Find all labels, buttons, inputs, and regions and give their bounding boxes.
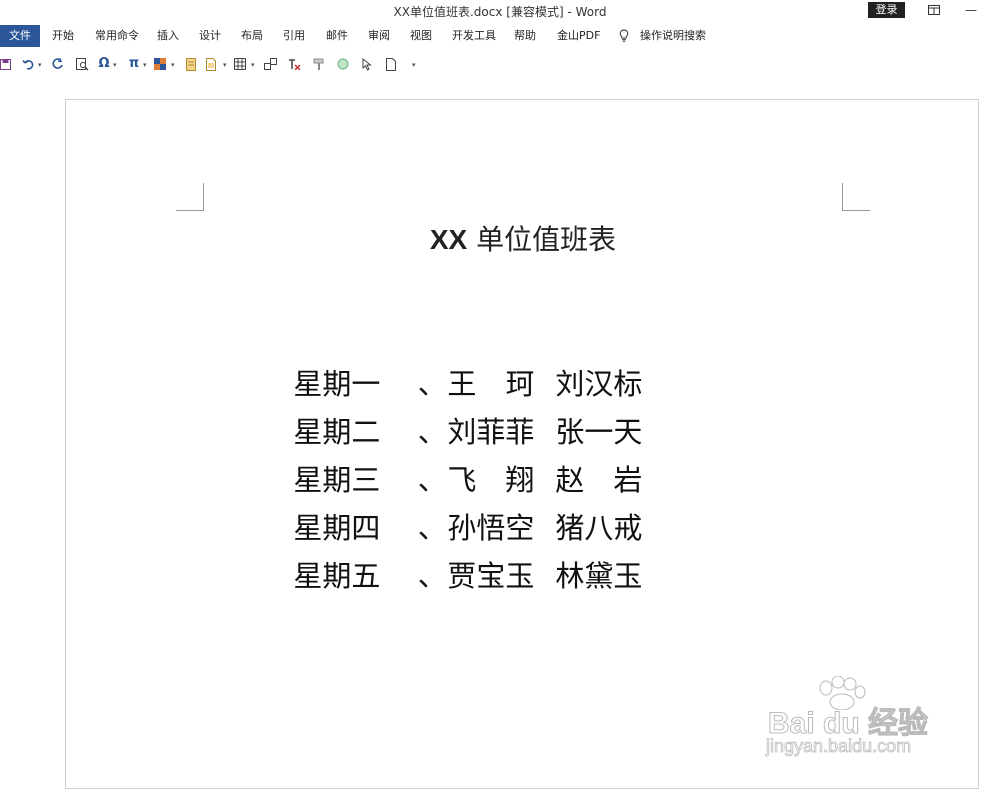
roster-person-1: 孙悟空 bbox=[447, 511, 535, 545]
title-bar: XX单位值班表.docx [兼容模式] - Word 登录 — bbox=[0, 0, 1000, 22]
document-heading: XX 单位值班表 bbox=[429, 223, 617, 256]
roster-person-1: 刘菲菲 bbox=[447, 415, 535, 449]
ribbon-display-icon[interactable] bbox=[923, 2, 941, 18]
watermark-url: jingyan.baidu.com bbox=[766, 736, 912, 757]
roster-person-2: 猪八戒 bbox=[555, 511, 643, 545]
roster-separator: 、 bbox=[417, 559, 447, 593]
undo-dropdown-icon[interactable]: ▾ bbox=[38, 61, 42, 69]
tell-me-search[interactable]: 操作说明搜索 bbox=[640, 25, 706, 47]
roster-person-2: 林黛玉 bbox=[555, 559, 643, 593]
new-page-icon[interactable] bbox=[386, 54, 398, 74]
roster-person-2: 赵岩 bbox=[555, 463, 643, 497]
table-dropdown-icon[interactable]: ▾ bbox=[251, 61, 255, 69]
margin-corner-top-left bbox=[176, 183, 204, 211]
symbol-dropdown-icon[interactable]: ▾ bbox=[113, 61, 117, 69]
tab-help[interactable]: 帮助 bbox=[514, 25, 536, 47]
login-button[interactable]: 登录 bbox=[868, 2, 905, 18]
shapes-icon[interactable] bbox=[264, 54, 278, 74]
roster-day: 星期一 bbox=[293, 367, 381, 401]
document-title: XX单位值班表.docx [兼容模式] - Word bbox=[393, 5, 607, 19]
roster-day: 星期二 bbox=[293, 415, 381, 449]
tab-developer[interactable]: 开发工具 bbox=[452, 25, 496, 47]
tab-review[interactable]: 审阅 bbox=[368, 25, 390, 47]
tab-mailings[interactable]: 邮件 bbox=[326, 25, 348, 47]
tab-common-commands[interactable]: 常用命令 bbox=[95, 25, 139, 47]
omega-symbol-icon[interactable]: Ω bbox=[97, 54, 111, 74]
tab-home[interactable]: 开始 bbox=[52, 25, 74, 47]
page-dropdown-icon[interactable]: ▾ bbox=[223, 61, 227, 69]
quick-access-toolbar: ▾ Ω ▾ π ▾ ▾ ▾ ▾ ▾ bbox=[0, 54, 1000, 74]
margin-corner-top-right bbox=[842, 183, 870, 211]
roster-person-1: 飞翔 bbox=[447, 463, 535, 497]
roster-person-1: 王珂 bbox=[447, 367, 535, 401]
page-icon[interactable] bbox=[206, 54, 218, 74]
roster-day: 星期四 bbox=[293, 511, 381, 545]
select-pointer-icon[interactable] bbox=[362, 54, 374, 74]
pi-equation-icon[interactable]: π bbox=[127, 54, 141, 74]
document-icon[interactable] bbox=[186, 54, 198, 74]
roster-day: 星期五 bbox=[293, 559, 381, 593]
circle-icon[interactable] bbox=[337, 54, 351, 74]
fill-dropdown-icon[interactable]: ▾ bbox=[171, 61, 175, 69]
tab-kingsoft-pdf[interactable]: 金山PDF bbox=[557, 25, 600, 47]
equation-dropdown-icon[interactable]: ▾ bbox=[143, 61, 147, 69]
ribbon-tabs: 文件 开始 常用命令 插入 设计 布局 引用 邮件 审阅 视图 开发工具 帮助 … bbox=[0, 25, 1000, 47]
lightbulb-icon bbox=[619, 29, 629, 42]
customize-icon[interactable]: ▾ bbox=[412, 61, 416, 69]
roster-person-2: 刘汉标 bbox=[555, 367, 643, 401]
roster-separator: 、 bbox=[417, 367, 447, 401]
roster-separator: 、 bbox=[417, 415, 447, 449]
roster-person-2: 张一天 bbox=[555, 415, 643, 449]
tab-design[interactable]: 设计 bbox=[199, 25, 221, 47]
tab-references[interactable]: 引用 bbox=[283, 25, 305, 47]
tab-file[interactable]: 文件 bbox=[0, 25, 40, 47]
format-painter-icon[interactable] bbox=[313, 54, 327, 74]
tab-view[interactable]: 视图 bbox=[410, 25, 432, 47]
tab-insert[interactable]: 插入 bbox=[157, 25, 179, 47]
roster-separator: 、 bbox=[417, 463, 447, 497]
print-preview-icon[interactable] bbox=[76, 54, 90, 74]
tab-layout[interactable]: 布局 bbox=[241, 25, 263, 47]
roster-person-1: 贾宝玉 bbox=[447, 559, 535, 593]
minimize-button[interactable]: — bbox=[962, 2, 980, 18]
roster-separator: 、 bbox=[417, 511, 447, 545]
clear-format-icon[interactable] bbox=[288, 54, 302, 74]
table-icon[interactable] bbox=[234, 54, 247, 74]
baidu-watermark: Bai du 经验 jingyan.baidu.com bbox=[760, 676, 960, 776]
color-fill-icon[interactable] bbox=[154, 54, 168, 74]
roster-row: 星期一 、王珂刘汉标 bbox=[238, 312, 653, 401]
redo-icon[interactable] bbox=[51, 54, 65, 74]
undo-icon[interactable] bbox=[22, 54, 36, 74]
save-icon[interactable] bbox=[0, 54, 12, 74]
roster-day: 星期三 bbox=[293, 463, 381, 497]
duty-roster: 星期一 、王珂刘汉标 星期二 、刘菲菲 张一天 星期三 、飞翔赵岩 星期四 、孙悟空 猪八戒… bbox=[238, 312, 653, 593]
